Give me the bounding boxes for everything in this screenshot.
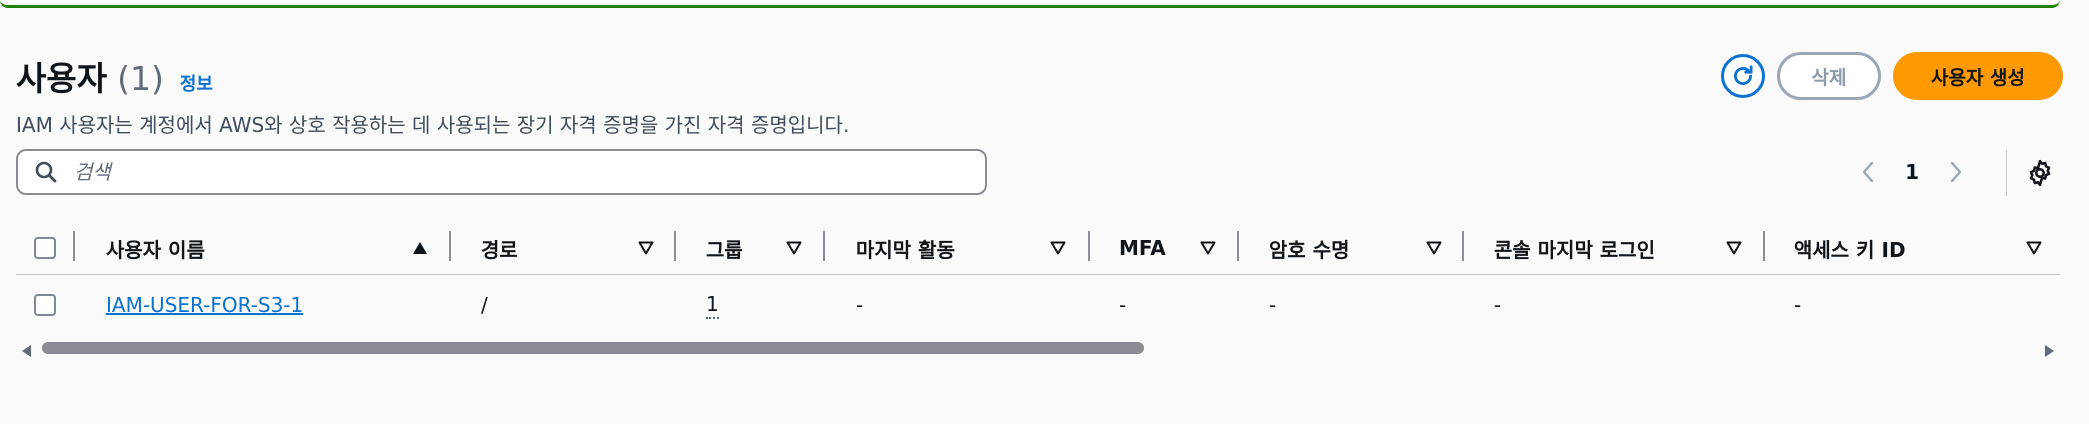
- column-label: 사용자 이름: [106, 237, 205, 262]
- column-header-mfa[interactable]: MFA: [1119, 222, 1166, 274]
- page-header: 사용자 (1) 정보: [16, 52, 213, 100]
- user-count: (1): [117, 59, 164, 98]
- create-user-button[interactable]: 사용자 생성: [1893, 52, 2063, 100]
- header-select-all: [34, 222, 56, 274]
- search-icon: [34, 159, 60, 185]
- column-label: 암호 수명: [1269, 237, 1350, 262]
- gear-icon: [2029, 159, 2051, 187]
- table-header: 사용자 이름 경로 그룹 마지막 활동 MFA 암호 수명 콘솔 마지막 로그인…: [16, 222, 2060, 275]
- refresh-button[interactable]: [1721, 54, 1765, 98]
- chevron-right-icon: [1950, 161, 1962, 183]
- column-label: MFA: [1119, 236, 1166, 260]
- console-last-login-value: -: [1494, 293, 1502, 317]
- column-label: 경로: [481, 237, 518, 262]
- column-label: 그룹: [706, 237, 743, 262]
- column-separator: [1462, 231, 1464, 261]
- table-settings-button[interactable]: [2025, 158, 2055, 188]
- last-activity-value: -: [856, 293, 864, 317]
- select-all-checkbox[interactable]: [34, 237, 56, 259]
- column-separator: [1237, 231, 1239, 261]
- cell-access-key-id: -: [1794, 275, 1801, 335]
- column-separator: [449, 231, 451, 261]
- column-label: 액세스 키 ID: [1794, 237, 1906, 262]
- column-separator: [674, 231, 676, 261]
- search-input[interactable]: [72, 159, 956, 185]
- chevron-left-icon: [1862, 161, 1874, 183]
- delete-button[interactable]: 삭제: [1777, 52, 1881, 100]
- sort-icon[interactable]: [1200, 222, 1216, 274]
- horizontal-scrollbar[interactable]: [16, 338, 2060, 358]
- sort-icon[interactable]: [1426, 222, 1442, 274]
- groups-count[interactable]: 1: [706, 292, 719, 319]
- column-label: 마지막 활동: [856, 237, 955, 262]
- sort-icon[interactable]: [786, 222, 802, 274]
- column-separator: [1088, 231, 1090, 261]
- column-header-path[interactable]: 경로: [481, 222, 518, 274]
- refresh-icon: [1734, 65, 1753, 85]
- cell-last-activity: -: [856, 275, 863, 335]
- path-value: /: [481, 293, 488, 317]
- column-header-access-key-id[interactable]: 액세스 키 ID: [1794, 222, 1906, 274]
- search-field[interactable]: [16, 149, 987, 195]
- sort-icon[interactable]: [638, 222, 654, 274]
- column-header-console-last-login[interactable]: 콘솔 마지막 로그인: [1494, 222, 1655, 274]
- column-separator: [823, 231, 825, 261]
- header-actions: 삭제 사용자 생성: [1721, 52, 2063, 100]
- info-link[interactable]: 정보: [180, 70, 213, 96]
- pagination: 1: [1857, 156, 1967, 188]
- users-table: 사용자 이름 경로 그룹 마지막 활동 MFA 암호 수명 콘솔 마지막 로그인…: [16, 222, 2060, 335]
- column-header-user-name[interactable]: 사용자 이름: [106, 222, 205, 274]
- row-select: [34, 275, 56, 335]
- page-description: IAM 사용자는 계정에서 AWS와 상호 작용하는 데 사용되는 장기 자격 …: [16, 113, 850, 137]
- sort-icon[interactable]: [1050, 222, 1066, 274]
- column-header-last-activity[interactable]: 마지막 활동: [856, 222, 955, 274]
- pagination-divider: [2006, 150, 2007, 196]
- row-checkbox[interactable]: [34, 294, 56, 316]
- password-age-value: -: [1269, 293, 1277, 317]
- next-page-button[interactable]: [1945, 156, 1967, 188]
- page-title: 사용자: [16, 59, 108, 98]
- scrollbar-thumb[interactable]: [42, 342, 1144, 354]
- page-number[interactable]: 1: [1899, 160, 1925, 184]
- column-label: 콘솔 마지막 로그인: [1494, 237, 1656, 262]
- previous-page-button[interactable]: [1857, 156, 1879, 188]
- cell-mfa: -: [1119, 275, 1126, 335]
- cell-console-last-login: -: [1494, 275, 1501, 335]
- user-name-link[interactable]: IAM-USER-FOR-S3-1: [106, 293, 303, 317]
- scroll-left-arrow-icon[interactable]: [22, 342, 32, 361]
- sort-icon[interactable]: [1726, 222, 1742, 274]
- access-key-id-value: -: [1794, 293, 1802, 317]
- column-separator: [1763, 231, 1765, 261]
- column-separator: [73, 231, 75, 261]
- cell-user-name: IAM-USER-FOR-S3-1: [106, 275, 303, 335]
- sort-icon[interactable]: [2026, 222, 2042, 274]
- scroll-right-arrow-icon[interactable]: [2044, 342, 2054, 361]
- column-header-password-age[interactable]: 암호 수명: [1269, 222, 1350, 274]
- mfa-value: -: [1119, 293, 1127, 317]
- sort-ascending-icon[interactable]: [412, 222, 428, 274]
- cell-password-age: -: [1269, 275, 1276, 335]
- column-header-groups[interactable]: 그룹: [706, 222, 743, 274]
- cell-groups: 1: [706, 275, 719, 335]
- users-page: 사용자 (1) 정보 IAM 사용자는 계정에서 AWS와 상호 작용하는 데 …: [0, 0, 2089, 424]
- table-row: IAM-USER-FOR-S3-1 / 1 - - - - -: [16, 275, 2060, 335]
- cell-path: /: [481, 275, 488, 335]
